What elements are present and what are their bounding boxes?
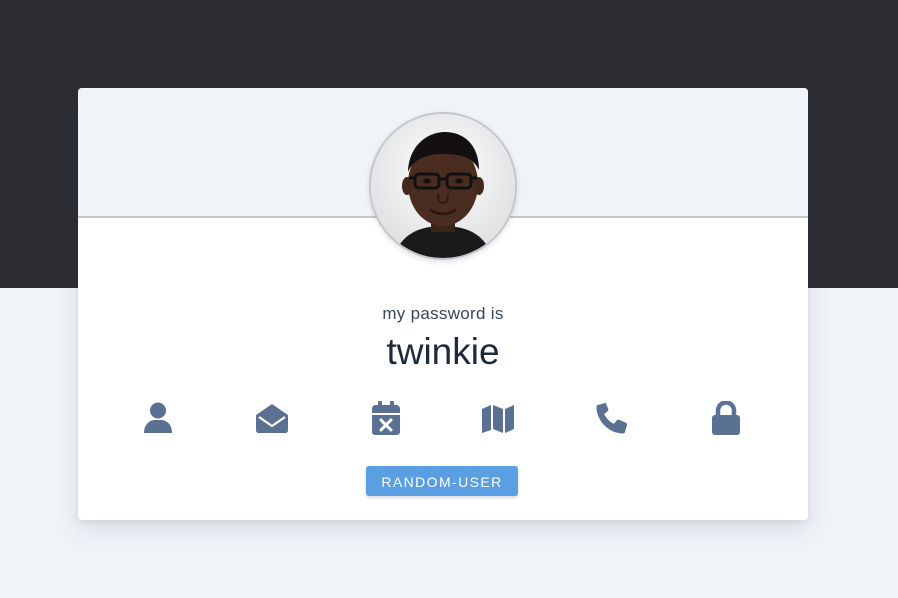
- envelope-open-icon[interactable]: [254, 400, 290, 436]
- user-icon[interactable]: [140, 400, 176, 436]
- map-icon[interactable]: [480, 400, 516, 436]
- random-user-button[interactable]: RANDOM-USER: [366, 466, 518, 496]
- attribute-icon-bar: [78, 400, 808, 436]
- calendar-x-icon[interactable]: [368, 400, 404, 436]
- attribute-caption: my password is: [382, 304, 504, 323]
- lock-icon[interactable]: [708, 400, 744, 436]
- avatar-photo: [371, 114, 515, 258]
- phone-icon[interactable]: [594, 400, 630, 436]
- attribute-value: twinkie: [386, 331, 500, 372]
- user-card: my password is twinkie RANDOM-USER: [78, 88, 808, 520]
- avatar: [369, 112, 517, 260]
